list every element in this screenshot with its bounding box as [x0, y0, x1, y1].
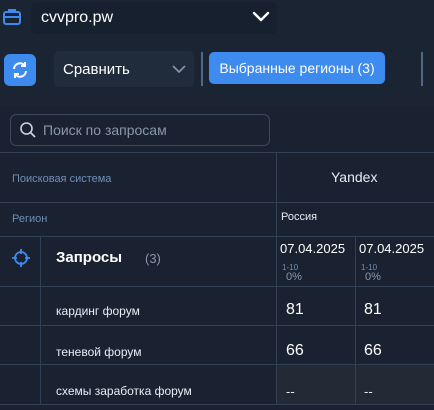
query-label: схемы заработка форум: [56, 384, 192, 398]
row-divider: [0, 286, 434, 287]
column-date[interactable]: 07.04.2025: [280, 241, 345, 256]
compare-select[interactable]: Сравнить: [54, 51, 194, 87]
region-label: Регион: [12, 213, 48, 225]
column-divider: [40, 236, 41, 404]
position-value: --: [286, 384, 295, 399]
row-divider: [0, 202, 434, 203]
row-divider: [0, 404, 434, 405]
briefcase-icon: [3, 9, 21, 25]
position-value: --: [364, 384, 373, 399]
search-system-value: Yandex: [331, 169, 378, 185]
query-label: кардинг форум: [56, 304, 140, 318]
position-value: 66: [364, 342, 382, 359]
position-value: 66: [286, 342, 304, 359]
region-value: Россия: [281, 211, 318, 223]
crosshair-icon[interactable]: [11, 248, 31, 268]
search-placeholder: Поиск по запросам: [43, 122, 167, 138]
chevron-down-icon: [252, 11, 270, 22]
top-bar: cvvpro.pw: [0, 0, 434, 40]
toolbar-divider: [421, 52, 423, 86]
column-percent: 0%: [286, 271, 302, 283]
row-divider: [0, 364, 434, 365]
search-icon: [20, 122, 36, 138]
refresh-icon: [13, 62, 27, 78]
column-divider: [355, 236, 356, 404]
chevron-down-icon: [172, 65, 186, 74]
row-divider: [0, 236, 434, 237]
column-date[interactable]: 07.04.2025: [359, 241, 424, 256]
column-percent: 0%: [365, 271, 381, 283]
position-value: 81: [364, 301, 382, 318]
row-divider: [0, 325, 434, 326]
toolbar: Сравнить Выбранные регионы (3): [0, 44, 434, 96]
position-value: 81: [286, 301, 304, 318]
selected-regions-button[interactable]: Выбранные регионы (3): [209, 52, 385, 84]
queries-count: (3): [145, 251, 161, 266]
site-select-value: cvvpro.pw: [41, 9, 114, 26]
compare-select-label: Сравнить: [63, 61, 130, 78]
refresh-button[interactable]: [4, 54, 36, 86]
results-panel: Поиск по запросам Поисковая система Yand…: [0, 106, 434, 410]
queries-title: Запросы: [56, 249, 123, 266]
query-label: теневой форум: [56, 345, 142, 359]
row-divider: [0, 152, 434, 153]
search-input[interactable]: Поиск по запросам: [10, 114, 270, 146]
site-select[interactable]: cvvpro.pw: [31, 2, 277, 34]
toolbar-divider: [201, 52, 203, 86]
search-system-label: Поисковая система: [12, 173, 112, 185]
column-divider: [276, 152, 277, 404]
